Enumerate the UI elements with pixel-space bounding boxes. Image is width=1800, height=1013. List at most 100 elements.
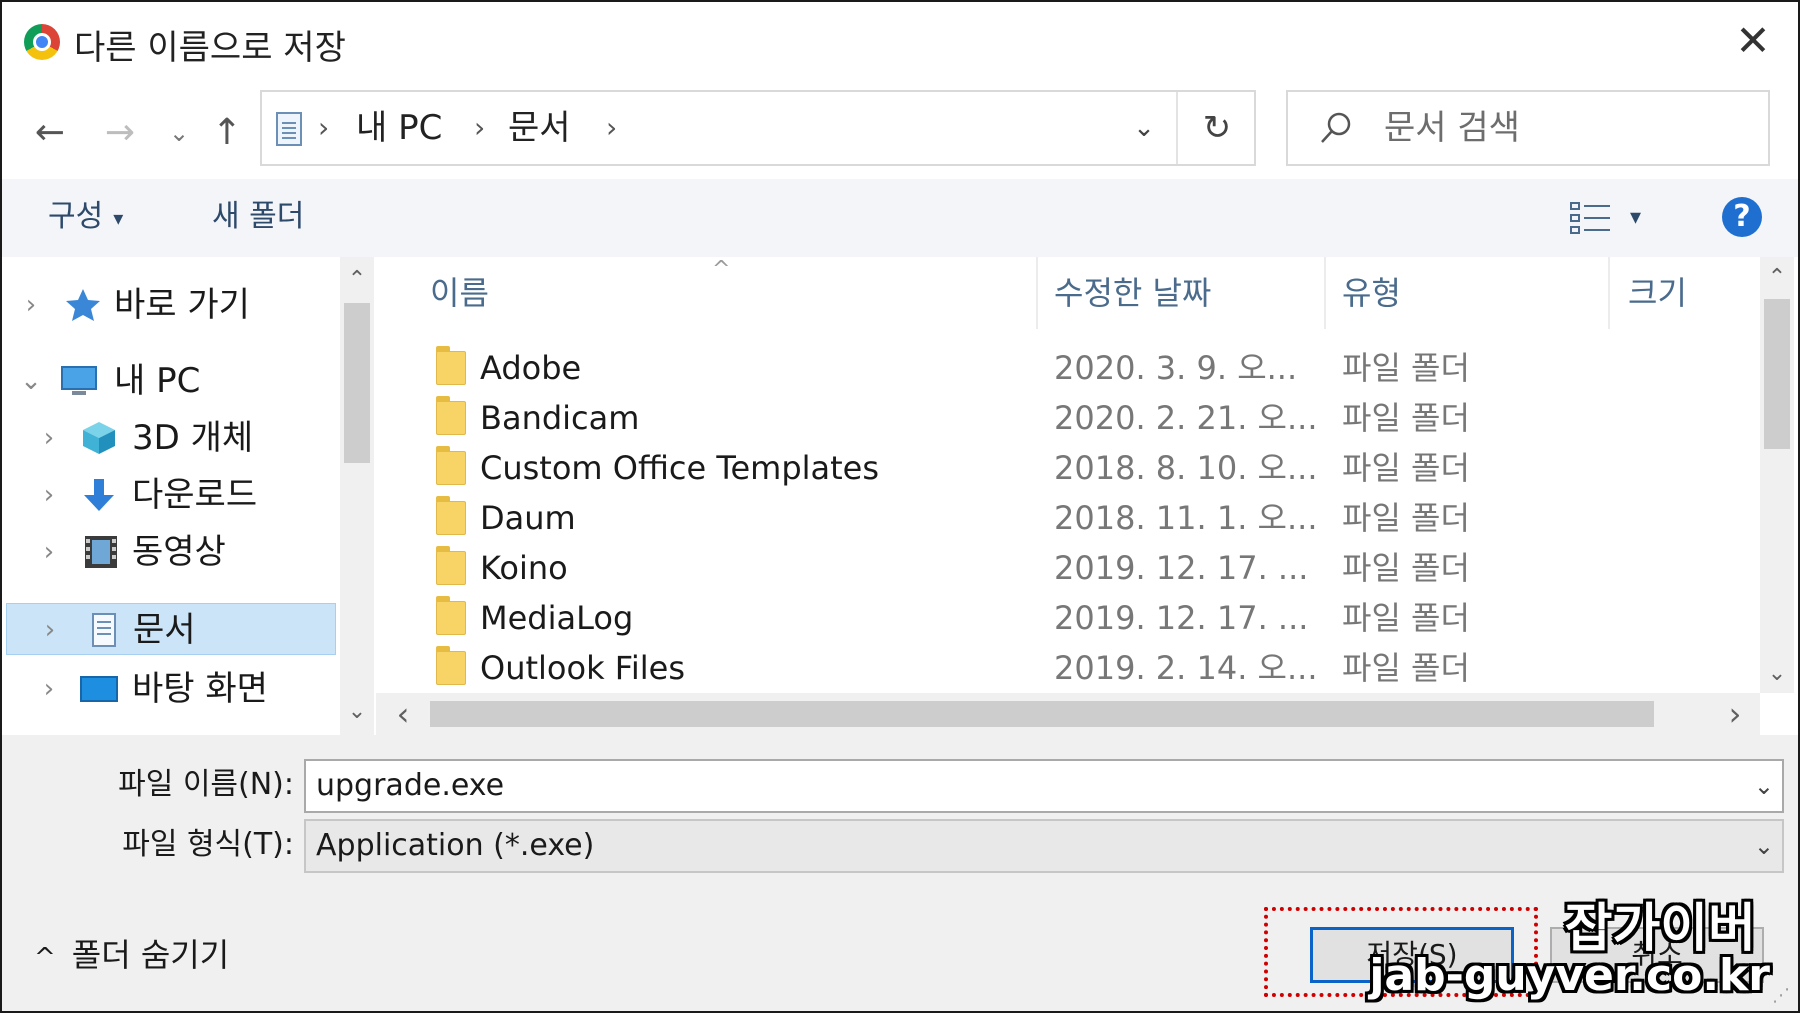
scrollbar-thumb[interactable]: [344, 303, 370, 463]
chevron-down-icon[interactable]: ⌄: [1754, 761, 1774, 811]
column-divider[interactable]: [1608, 257, 1610, 329]
scroll-left-arrow[interactable]: ‹: [386, 697, 420, 731]
file-row[interactable]: Koino 2019. 12. 17. ... 파일 폴더: [376, 543, 1760, 593]
new-folder-button[interactable]: 새 폴더: [212, 197, 304, 237]
tree-label: 다운로드: [132, 475, 258, 515]
breadcrumb-documents[interactable]: 문서: [508, 106, 571, 150]
file-row[interactable]: Outlook Files 2019. 2. 14. 오... 파일 폴더: [376, 643, 1760, 693]
column-header-name[interactable]: 이름: [430, 269, 489, 317]
command-toolbar: 구성 ▾ 새 폴더 ▾ ?: [2, 179, 1798, 257]
filetype-select[interactable]: Application (*.exe) ⌄: [304, 819, 1784, 873]
back-button[interactable]: ←: [30, 108, 70, 158]
file-name: MediaLog: [480, 599, 634, 637]
tree-item-my-pc[interactable]: ⌄ 내 PC: [2, 355, 338, 407]
address-bar[interactable]: › 내 PC › 문서 › ⌄ ↻: [260, 90, 1256, 166]
tree-item-downloads[interactable]: › 다운로드: [2, 469, 338, 521]
scroll-down-arrow[interactable]: ⌄: [1760, 657, 1794, 691]
file-name: Koino: [480, 549, 568, 587]
filetype-label: 파일 형식(T):: [122, 827, 294, 862]
tree-label: 바로 가기: [114, 285, 250, 325]
tree-item-videos[interactable]: › 동영상: [2, 526, 338, 578]
file-modified: 2020. 2. 21. 오...: [1054, 399, 1318, 437]
hide-folders-button[interactable]: ^ 폴더 숨기기: [34, 931, 229, 982]
scroll-right-arrow[interactable]: ›: [1718, 697, 1752, 731]
folder-icon: [436, 496, 466, 535]
breadcrumb-separator[interactable]: ›: [318, 106, 329, 150]
tree-item-documents[interactable]: › 문서: [6, 603, 336, 655]
file-type: 파일 폴더: [1342, 549, 1470, 587]
file-name: Bandicam: [480, 399, 640, 437]
chevron-right-icon[interactable]: ›: [34, 469, 64, 521]
filename-input[interactable]: upgrade.exe ⌄: [304, 759, 1784, 813]
file-modified: 2019. 12. 17. ...: [1054, 599, 1309, 637]
help-button[interactable]: ?: [1722, 197, 1762, 237]
column-header-modified[interactable]: 수정한 날짜: [1054, 269, 1211, 317]
folder-icon: [436, 396, 466, 435]
download-icon: [84, 479, 114, 511]
navigation-bar: ← → ⌄ ↑ › 내 PC › 문서 › ⌄ ↻ 문서 검색: [2, 84, 1798, 179]
column-divider[interactable]: [1036, 257, 1038, 329]
tree-label: 3D 개체: [132, 418, 254, 458]
chevron-down-icon[interactable]: ⌄: [1754, 821, 1774, 871]
organize-button[interactable]: 구성 ▾: [48, 197, 123, 238]
scroll-up-arrow[interactable]: ⌃: [340, 263, 374, 297]
refresh-button[interactable]: ↻: [1176, 92, 1256, 164]
file-row[interactable]: Daum 2018. 11. 1. 오... 파일 폴더: [376, 493, 1760, 543]
file-name: Custom Office Templates: [480, 449, 880, 487]
file-modified: 2018. 11. 1. 오...: [1054, 499, 1318, 537]
chevron-right-icon[interactable]: ›: [34, 526, 64, 578]
column-header-type[interactable]: 유형: [1342, 269, 1401, 317]
address-dropdown-button[interactable]: ⌄: [1112, 92, 1176, 164]
file-row[interactable]: Adobe 2020. 3. 9. 오... 파일 폴더: [376, 343, 1760, 393]
tree-item-quick-access[interactable]: › 바로 가기: [2, 279, 338, 331]
file-list-vertical-scrollbar[interactable]: ⌃ ⌄: [1760, 257, 1794, 693]
tree-label: 동영상: [132, 532, 226, 572]
folder-icon: [436, 346, 466, 385]
filetype-value[interactable]: Application (*.exe): [316, 828, 594, 863]
file-modified: 2019. 2. 14. 오...: [1054, 649, 1318, 687]
scroll-down-arrow[interactable]: ⌄: [340, 695, 374, 729]
view-options-icon[interactable]: [1570, 201, 1612, 235]
file-row[interactable]: Bandicam 2020. 2. 21. 오... 파일 폴더: [376, 393, 1760, 443]
column-divider[interactable]: [1324, 257, 1326, 329]
file-name: Daum: [480, 499, 576, 537]
caret-down-icon: ▾: [113, 205, 124, 230]
chevron-right-icon[interactable]: ›: [35, 604, 65, 656]
resize-grip-icon[interactable]: ⋰: [1772, 985, 1796, 1009]
watermark-url: jab-guyver.co.kr: [1369, 950, 1770, 1001]
folder-icon: [436, 646, 466, 685]
chevron-right-icon[interactable]: ›: [34, 412, 64, 464]
tree-item-desktop[interactable]: › 바탕 화면: [2, 663, 338, 715]
chevron-right-icon[interactable]: ›: [34, 663, 64, 715]
file-row[interactable]: Custom Office Templates 2018. 8. 10. 오..…: [376, 443, 1760, 493]
tree-item-3d-objects[interactable]: › 3D 개체: [2, 412, 338, 464]
navigation-pane-scrollbar[interactable]: ⌃ ⌄: [340, 257, 374, 735]
scrollbar-thumb[interactable]: [1764, 299, 1790, 449]
breadcrumb-separator[interactable]: ›: [474, 106, 485, 150]
save-as-dialog: 다른 이름으로 저장 ✕ ← → ⌄ ↑ › 내 PC › 문서 › ⌄ ↻ 문…: [0, 0, 1800, 1013]
scroll-up-arrow[interactable]: ⌃: [1760, 261, 1794, 295]
forward-button[interactable]: →: [100, 108, 140, 158]
file-modified: 2020. 3. 9. 오...: [1054, 349, 1298, 387]
document-icon: [276, 112, 302, 146]
file-type: 파일 폴더: [1342, 649, 1470, 687]
file-list-horizontal-scrollbar[interactable]: ‹ ›: [376, 693, 1760, 735]
breadcrumb-separator[interactable]: ›: [606, 106, 617, 150]
close-button[interactable]: ✕: [1730, 18, 1776, 64]
file-row[interactable]: MediaLog 2019. 12. 17. ... 파일 폴더: [376, 593, 1760, 643]
filename-value[interactable]: upgrade.exe: [316, 768, 504, 803]
search-placeholder[interactable]: 문서 검색: [1384, 106, 1520, 150]
up-button[interactable]: ↑: [207, 108, 247, 158]
recent-locations-button[interactable]: ⌄: [164, 108, 194, 158]
breadcrumb-my-pc[interactable]: 내 PC: [356, 106, 442, 150]
chevron-down-icon[interactable]: ⌄: [16, 355, 46, 407]
scrollbar-thumb[interactable]: [430, 701, 1654, 727]
file-modified: 2018. 8. 10. 오...: [1054, 449, 1318, 487]
file-list: ^ 이름 수정한 날짜 유형 크기 Adobe 2020. 3. 9. 오...…: [376, 257, 1760, 693]
chevron-right-icon[interactable]: ›: [16, 279, 46, 331]
file-type: 파일 폴더: [1342, 349, 1470, 387]
view-dropdown-icon[interactable]: ▾: [1630, 201, 1641, 235]
column-header-size[interactable]: 크기: [1628, 269, 1687, 317]
file-type: 파일 폴더: [1342, 499, 1470, 537]
search-box[interactable]: 문서 검색: [1286, 90, 1770, 166]
